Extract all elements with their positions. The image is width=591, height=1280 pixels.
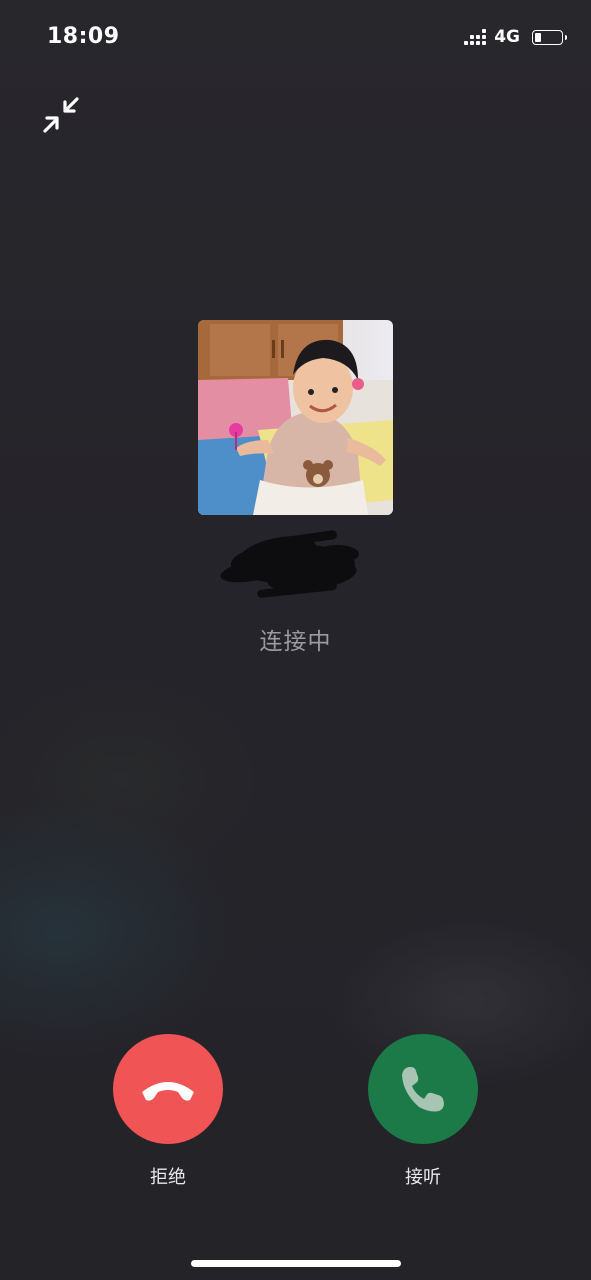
battery-icon [532, 29, 567, 45]
phone-handset-icon [402, 1067, 444, 1112]
hang-up-phone-icon [142, 1082, 194, 1101]
network-type: 4G [494, 27, 520, 47]
minimize-arrows-icon [43, 97, 79, 133]
accept-button[interactable] [368, 1034, 478, 1144]
accept-label: 接听 [405, 1167, 441, 1188]
decline-button[interactable] [113, 1034, 223, 1144]
caller-avatar [198, 320, 393, 515]
signal-bars-icon [464, 29, 487, 45]
home-indicator[interactable] [191, 1260, 401, 1267]
caller-name-redaction [217, 524, 369, 606]
status-time: 18:09 [47, 24, 120, 49]
status-indicators: 4G [464, 27, 567, 47]
call-status: 连接中 [259, 629, 332, 655]
minimize-button[interactable] [40, 94, 82, 136]
battery-level-fill [535, 32, 541, 42]
decline-label: 拒绝 [150, 1167, 186, 1188]
